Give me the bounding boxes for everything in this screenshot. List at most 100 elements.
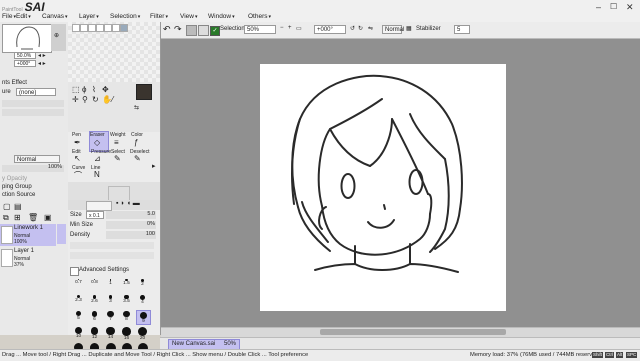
brush-preset[interactable]: 6 — [88, 310, 101, 323]
advanced-settings-checkbox[interactable] — [70, 267, 79, 276]
rotate-tool-icon[interactable]: ↻ — [92, 95, 99, 104]
layer-row-layer1[interactable]: Layer 1 Normal 37% — [0, 247, 56, 269]
drawing-canvas[interactable] — [260, 64, 506, 311]
menu-selection[interactable]: Selection▾ — [110, 13, 140, 20]
primary-color[interactable] — [136, 84, 152, 100]
menu-view[interactable]: View▾ — [180, 13, 198, 20]
brush-preset[interactable]: 5 — [72, 310, 85, 323]
navigator-buttons[interactable]: ◂ ▸ — [38, 52, 46, 59]
layer-row-linework[interactable]: Linework 1 Normal 100% — [0, 224, 56, 246]
brush-preset[interactable]: 8 — [120, 310, 133, 323]
texture-select[interactable]: (none) — [16, 88, 56, 96]
brush-preset[interactable]: 0.8 — [88, 278, 101, 291]
navigator-zoom[interactable]: 50.0% — [14, 52, 36, 59]
layer-blend-select[interactable]: Normal — [14, 155, 60, 163]
eraser-icon[interactable]: ◇ — [94, 138, 100, 147]
brush-preset[interactable]: 0.7 — [72, 278, 85, 291]
opacity-slider[interactable]: 100% — [2, 164, 64, 172]
brush-preset[interactable]: 2 — [136, 278, 149, 291]
scrollbar-thumb[interactable] — [320, 329, 506, 335]
maximize-icon[interactable]: ☐ — [610, 2, 617, 11]
layer-scrollbar[interactable] — [57, 224, 66, 244]
weight-icon[interactable]: ≡ — [114, 138, 119, 147]
palette-swatch[interactable] — [88, 24, 96, 32]
brush-preset[interactable]: 16 — [120, 326, 133, 341]
brush-preset[interactable]: 2.3 — [72, 294, 85, 307]
panel-scroll-arrow-icon[interactable]: ▸ — [152, 162, 156, 170]
menu-layer[interactable]: Layer▾ — [79, 13, 99, 20]
menu-edit[interactable]: Edit▾ — [16, 13, 31, 20]
brush-preset[interactable]: 12 — [88, 326, 101, 340]
new-folder-icon[interactable]: ▤ — [14, 202, 22, 211]
pressure-icon[interactable]: ⊿ — [94, 154, 101, 163]
magic-wand-icon[interactable]: ⌇ — [92, 85, 96, 94]
brush-preset[interactable]: 3.5 — [120, 294, 133, 307]
brush-preset[interactable]: 7 — [104, 310, 117, 323]
undo-icon[interactable]: ↶ — [163, 24, 171, 35]
invert-selection-icon[interactable] — [198, 25, 209, 36]
brush-preset[interactable]: 10 — [72, 326, 85, 339]
palette-swatch[interactable] — [80, 24, 88, 32]
move-layer-icon[interactable]: ✛ — [72, 95, 79, 104]
brush-preset[interactable]: 1.5 — [120, 278, 133, 291]
palette-swatch[interactable] — [96, 24, 104, 32]
edit-icon[interactable]: ↖ — [74, 154, 81, 163]
zoom-icon[interactable]: ⊕ — [54, 32, 59, 39]
brush-preset[interactable]: 1 — [104, 278, 117, 291]
texture-slider[interactable] — [70, 252, 154, 259]
curve-icon[interactable]: ⌒ — [74, 170, 82, 181]
palette-swatch[interactable] — [120, 24, 128, 32]
brush-preset[interactable]: 3 — [104, 294, 117, 307]
trash-icon[interactable]: 🗑 — [28, 213, 38, 222]
zoom-in-icon[interactable]: + — [288, 25, 292, 31]
selection-checkbox[interactable]: ✓ — [210, 26, 220, 36]
brush-preset[interactable]: 20 — [136, 326, 149, 341]
zoom-reset-icon[interactable]: ▭ — [296, 25, 302, 32]
size-slider[interactable]: 5.0 — [106, 211, 156, 219]
brush-preset[interactable]: 9 — [136, 310, 151, 325]
hand-icon[interactable]: ✋ — [102, 95, 112, 104]
deselect-icon[interactable] — [186, 25, 197, 36]
pen-icon[interactable]: ✒ — [74, 138, 81, 147]
min-size-slider[interactable]: 0% — [106, 221, 156, 229]
select-icon[interactable]: ✎ — [114, 154, 121, 163]
color-tool-icon[interactable]: ƒ — [134, 138, 138, 147]
navigator-preview[interactable] — [2, 24, 52, 53]
new-layer-icon[interactable]: ▢ — [3, 202, 11, 211]
blending-slider[interactable] — [70, 242, 154, 249]
grid-icon[interactable]: ▦ — [406, 25, 412, 32]
brush-preset[interactable]: 4 — [136, 294, 149, 307]
palette-swatch[interactable] — [112, 24, 120, 32]
texture-strength-slider[interactable] — [2, 109, 64, 116]
size-multiplier[interactable]: x 0.1 — [86, 211, 104, 219]
menu-canvas[interactable]: Canvas▾ — [42, 13, 68, 20]
zoom-field[interactable]: 50% — [244, 25, 276, 34]
rotate-left-icon[interactable]: ↺ — [350, 25, 355, 32]
rect-select-icon[interactable]: ⬚ — [72, 85, 80, 94]
deselect-tool-icon[interactable]: ✎ — [134, 154, 141, 163]
navigator-rotate-buttons[interactable]: ◂ ▸ — [38, 60, 46, 67]
clear-layer-icon[interactable]: ▣ — [44, 213, 52, 222]
redo-icon[interactable]: ↷ — [174, 24, 182, 35]
brush-tip-shapes-icon[interactable]: ▪ ◗ ◖ ▬ — [116, 200, 140, 207]
selection-source-label[interactable]: ction Source — [2, 192, 35, 198]
brush-preset[interactable]: 2.6 — [88, 294, 101, 307]
close-icon[interactable]: ✕ — [626, 2, 634, 13]
flip-icon[interactable]: ⇋ — [368, 25, 373, 32]
density-slider[interactable]: 100 — [106, 231, 156, 239]
menu-others[interactable]: Others▾ — [248, 13, 271, 20]
copy-layer-icon[interactable]: ⧉ — [3, 213, 9, 223]
navigator-angle[interactable]: +000° — [14, 60, 36, 67]
lasso-icon[interactable]: ϕ — [82, 85, 86, 94]
palette-swatch[interactable] — [72, 24, 80, 32]
move-icon[interactable]: ✥ — [102, 85, 109, 94]
merge-icon[interactable]: ⊞ — [14, 213, 21, 222]
stabilizer-field[interactable]: 5 — [454, 25, 470, 34]
angle-field[interactable]: +000° — [314, 25, 346, 34]
texture-scale-slider[interactable] — [2, 100, 64, 107]
menu-file[interactable]: File▾ — [2, 13, 16, 20]
swap-colors-icon[interactable]: ⇆ — [134, 104, 139, 111]
zoom-out-icon[interactable]: − — [280, 25, 284, 31]
brush-preset[interactable]: 14 — [104, 326, 117, 340]
zoom-tool-icon[interactable]: ⚲ — [82, 95, 88, 104]
